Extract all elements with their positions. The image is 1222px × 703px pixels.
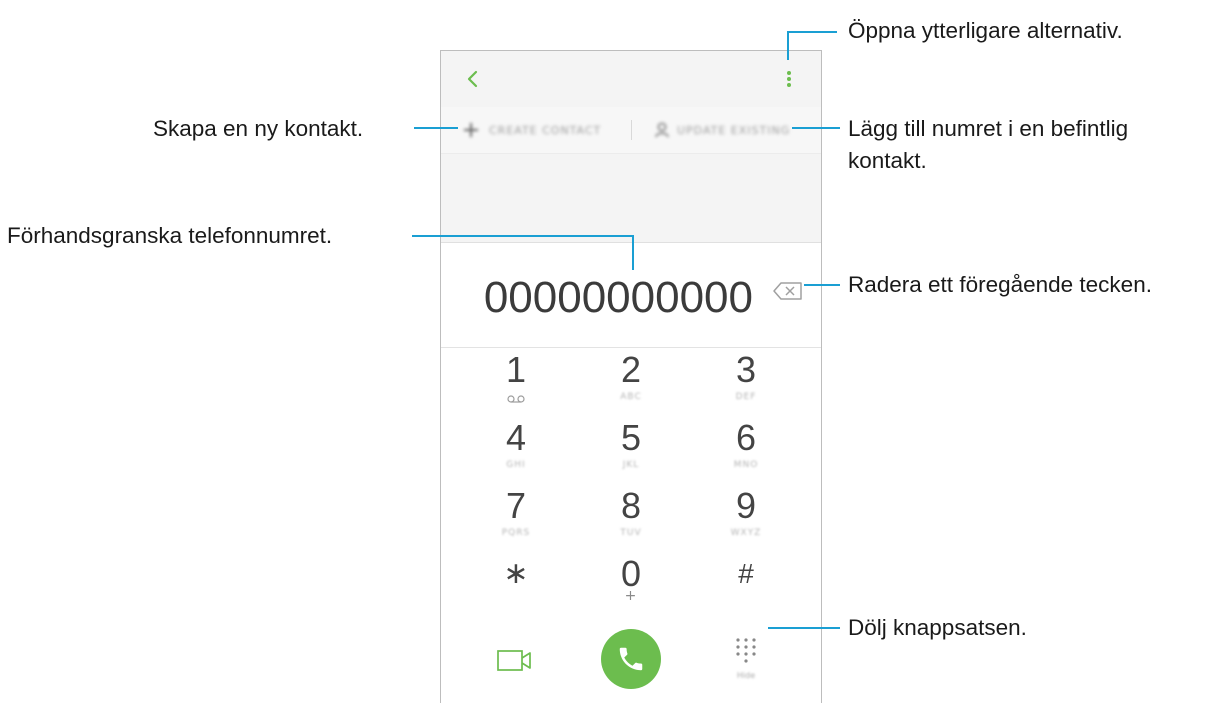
key-digit: 3 (735, 349, 757, 390)
hide-keypad-label: Hide (736, 671, 756, 680)
key-digit: 8 (620, 485, 642, 526)
plus-icon (464, 123, 478, 137)
callout-line-preview-v (632, 235, 634, 270)
key-1[interactable]: 1 (461, 348, 571, 426)
key-hash[interactable]: # (691, 552, 801, 630)
key-digit: 1 (505, 349, 527, 390)
backspace-icon (773, 282, 802, 300)
backspace-button[interactable] (772, 281, 804, 301)
callout-line-delete (804, 284, 840, 286)
key-digit: ∗ (503, 557, 529, 590)
key-letters: JKL (622, 460, 640, 470)
callout-line-hide (768, 627, 840, 629)
key-letters: ABC (620, 392, 642, 402)
key-6[interactable]: 6 MNO (691, 416, 801, 494)
key-letters: GHI (506, 460, 526, 470)
action-bar: CREATE CONTACT UPDATE EXISTING (441, 107, 821, 154)
key-letters: MNO (733, 460, 759, 470)
key-digit: 9 (735, 485, 757, 526)
voicemail-icon (507, 395, 525, 403)
call-button[interactable] (601, 629, 661, 689)
hide-keypad-button[interactable]: Hide (731, 635, 761, 687)
chevron-left-icon (467, 70, 478, 88)
annotation-create-contact: Skapa en ny kontakt. (153, 116, 364, 141)
key-letters: TUV (620, 528, 642, 538)
key-digit: 5 (620, 417, 642, 458)
key-digit: 4 (505, 417, 527, 458)
person-icon (655, 122, 669, 138)
key-4[interactable]: 4 GHI (461, 416, 571, 494)
callout-line-more (787, 32, 789, 60)
key-0[interactable]: 0 + (576, 552, 686, 630)
create-contact-button[interactable]: CREATE CONTACT (463, 107, 601, 153)
key-star[interactable]: ∗ (461, 552, 571, 630)
more-options-button[interactable] (777, 65, 801, 93)
key-5[interactable]: 5 JKL (576, 416, 686, 494)
key-letters: WXYZ (730, 528, 762, 538)
callout-line-create (414, 127, 458, 129)
action-divider (631, 120, 632, 140)
back-button[interactable] (459, 65, 487, 93)
suggestions-area (441, 154, 821, 243)
bottom-actions: Hide (441, 621, 821, 703)
phone-icon (619, 647, 643, 671)
key-9[interactable]: 9 WXYZ (691, 484, 801, 562)
key-digit: 6 (735, 417, 757, 458)
annotation-preview-number: Förhandsgranska telefonnumret. (7, 223, 333, 248)
video-call-button[interactable] (497, 649, 533, 673)
key-letters: PQRS (501, 528, 531, 538)
vertical-dots-icon (787, 71, 791, 87)
update-existing-label: UPDATE EXISTING (677, 123, 791, 137)
phone-screen: CREATE CONTACT UPDATE EXISTING 000000000… (440, 50, 822, 703)
callout-line-update (792, 127, 840, 129)
key-digit: 2 (620, 349, 642, 390)
number-display: 00000000000 (441, 243, 821, 348)
annotation-add-to-existing-2: kontakt. (848, 148, 927, 173)
key-plus: + (624, 588, 638, 604)
key-letters: DEF (735, 392, 757, 402)
key-3[interactable]: 3 DEF (691, 348, 801, 426)
update-existing-button[interactable]: UPDATE EXISTING (655, 107, 790, 153)
callout-line-more-h (787, 31, 837, 33)
key-digit: # (738, 558, 754, 589)
annotation-more-options: Öppna ytterligare alternativ. (848, 18, 1123, 43)
phone-number: 00000000000 (483, 273, 753, 322)
annotation-hide-keypad: Dölj knappsatsen. (848, 615, 1027, 640)
key-digit: 7 (505, 485, 527, 526)
annotation-add-to-existing-1: Lägg till numret i en befintlig (848, 116, 1129, 141)
keypad-icon (736, 638, 756, 663)
annotation-delete-char: Radera ett föregående tecken. (848, 272, 1152, 297)
top-bar (441, 51, 821, 107)
video-call-icon (497, 650, 531, 671)
callout-line-preview-h (412, 235, 634, 237)
create-contact-label: CREATE CONTACT (489, 123, 602, 137)
key-2[interactable]: 2 ABC (576, 348, 686, 426)
key-8[interactable]: 8 TUV (576, 484, 686, 562)
key-7[interactable]: 7 PQRS (461, 484, 571, 562)
